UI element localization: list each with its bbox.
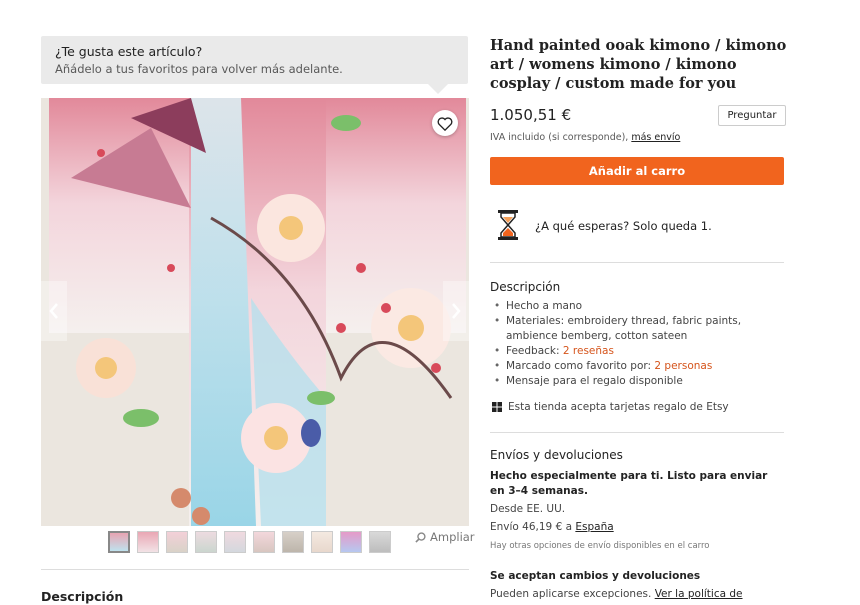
zoom-label: Ampliar [430, 530, 475, 544]
list-item: Feedback: 2 reseñas [494, 344, 786, 359]
thumbnail-1[interactable] [108, 531, 130, 553]
policy-link[interactable]: Ver la política de [655, 588, 743, 600]
reviews-link[interactable]: 2 reseñas [563, 345, 614, 357]
shipping-cost-text: Envío 46,19 € a [490, 521, 576, 533]
description-list: Hecho a mano Materiales: embroidery thre… [494, 299, 786, 389]
prev-image-button[interactable] [41, 281, 67, 341]
product-title: Hand painted ooak kimono / kimono art / … [490, 37, 787, 92]
destination-link[interactable]: España [575, 521, 613, 533]
made-to-order-text: Hecho especialmente para ti. Listo para … [490, 470, 768, 497]
ask-question-button[interactable]: Preguntar [718, 105, 786, 126]
thumbnail-3[interactable] [166, 531, 188, 553]
product-price: 1.050,51 € [490, 106, 572, 124]
add-to-cart-button[interactable]: Añadir al carro [490, 157, 784, 185]
gift-card-note: Esta tienda acepta tarjetas regalo de Et… [492, 401, 729, 413]
magnifier-icon [415, 531, 426, 543]
list-item: Hecho a mano [494, 299, 786, 314]
kimono-illustration [41, 98, 469, 526]
feedback-label: Feedback: [506, 345, 563, 357]
left-description-heading[interactable]: Descripción [41, 589, 123, 604]
thumbnail-8[interactable] [311, 531, 333, 553]
divider-1 [490, 262, 784, 263]
favorites-banner-title: ¿Te gusta este artículo? [55, 44, 203, 59]
thumbnail-10[interactable] [369, 531, 391, 553]
left-divider [41, 569, 469, 570]
shipping-link[interactable]: más envío [631, 132, 680, 143]
exceptions-text: Pueden aplicarse excepciones. [490, 588, 655, 600]
list-item: Mensaje para el regalo disponible [494, 374, 786, 389]
thumbnail-4[interactable] [195, 531, 217, 553]
zoom-button[interactable]: Ampliar [415, 530, 475, 544]
thumbnail-2[interactable] [137, 531, 159, 553]
stock-bold: ¿A qué esperas? [535, 219, 630, 233]
thumbnail-strip [108, 531, 391, 553]
other-shipping-options: Hay otras opciones de envío disponibles … [490, 541, 710, 551]
favorite-heart-button[interactable] [432, 110, 458, 136]
description-heading: Descripción [490, 280, 561, 294]
chevron-left-icon [49, 303, 58, 319]
thumbnail-5[interactable] [224, 531, 246, 553]
favorites-banner: ¿Te gusta este artículo? Añádelo a tus f… [41, 36, 468, 94]
returns-exceptions: Pueden aplicarse excepciones. Ver la pol… [490, 588, 743, 600]
ships-from: Desde EE. UU. [490, 503, 566, 515]
shipping-cost: Envío 46,19 € a España [490, 521, 614, 533]
next-image-button[interactable] [443, 281, 469, 341]
hourglass-icon [498, 210, 518, 240]
product-main-image[interactable] [41, 98, 469, 526]
tax-text: IVA incluido (si corresponde), [490, 132, 632, 143]
stock-text: Solo queda 1. [629, 219, 712, 233]
shipping-heading: Envíos y devoluciones [490, 448, 623, 462]
favorited-link[interactable]: 2 personas [654, 360, 712, 372]
gift-card-icon [492, 402, 502, 412]
heart-icon [437, 116, 453, 131]
thumbnail-7[interactable] [282, 531, 304, 553]
thumbnail-9[interactable] [340, 531, 362, 553]
list-item: Marcado como favorito por: 2 personas [494, 359, 786, 374]
chevron-right-icon [452, 303, 461, 319]
list-item: Materiales: embroidery thread, fabric pa… [494, 314, 786, 344]
favorited-label: Marcado como favorito por: [506, 360, 655, 372]
divider-2 [490, 432, 784, 433]
favorites-banner-subtitle: Añádelo a tus favoritos para volver más … [55, 62, 343, 76]
returns-heading: Se aceptan cambios y devoluciones [490, 570, 701, 582]
gift-card-text: Esta tienda acepta tarjetas regalo de Et… [508, 401, 729, 413]
tax-note: IVA incluido (si corresponde), más envío [490, 132, 680, 143]
thumbnail-6[interactable] [253, 531, 275, 553]
stock-message: ¿A qué esperas? Solo queda 1. [535, 219, 712, 233]
